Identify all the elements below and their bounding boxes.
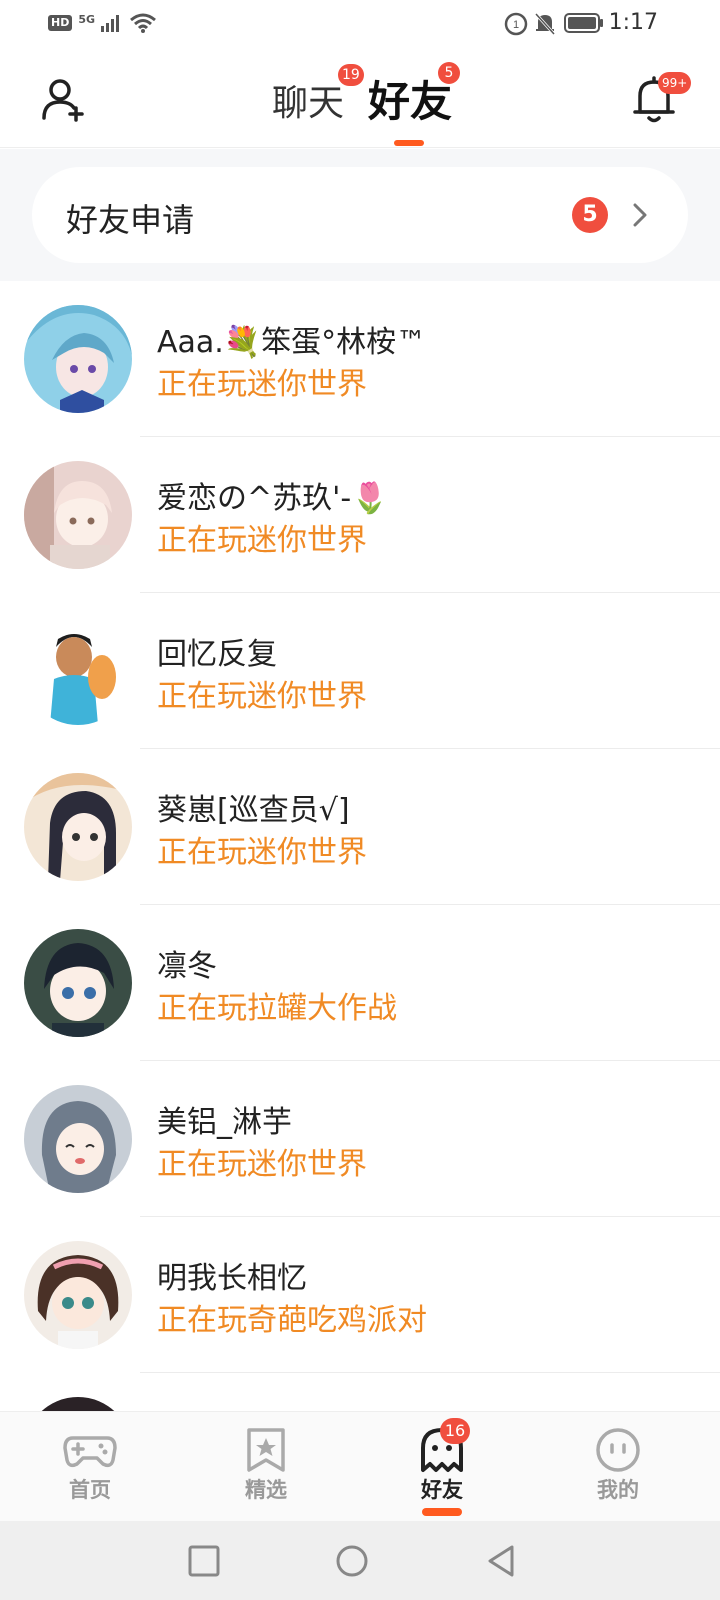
friend-list-item[interactable]: Aaa.💐笨蛋°林桉™ 正在玩迷你世界 [0,281,720,437]
recent-apps-icon[interactable] [186,1543,222,1579]
avatar [24,617,132,725]
friend-name: 葵崽[巡查员√] [157,793,350,828]
friend-status: 正在玩迷你世界 [157,1147,367,1182]
friend-request-label: 好友申请 [66,201,195,239]
friend-list-item[interactable]: 葵崽[巡查员√] 正在玩迷你世界 [0,749,720,905]
chevron-right-icon [633,203,647,227]
nav-friends-label: 好友 [421,1478,463,1502]
friend-status: 正在玩迷你世界 [157,679,367,714]
friend-request-section: 好友申请 5 [0,149,720,281]
system-navigation-bar [0,1521,720,1600]
nav-active-indicator [422,1508,462,1516]
mute-bell-icon [534,12,556,36]
nav-me-label: 我的 [597,1478,639,1502]
friend-status: 正在玩奇葩吃鸡派对 [157,1303,427,1338]
nav-me[interactable]: 我的 [558,1422,678,1518]
active-tab-indicator [394,140,424,146]
avatar [24,1241,132,1349]
face-icon [596,1428,640,1472]
friend-name: 爱恋の^苏玖'-🌷 [157,481,389,516]
friend-status: 正在玩拉罐大作战 [157,991,397,1026]
avatar [24,1085,132,1193]
nav-featured[interactable]: 精选 [206,1422,326,1518]
back-icon[interactable] [484,1543,520,1579]
avatar [24,1397,132,1411]
avatar [24,773,132,881]
status-bar: HD 5G 1 1:17 [0,0,720,48]
friend-list: Aaa.💐笨蛋°林桉™ 正在玩迷你世界 爱恋の^苏玖'-🌷 正在玩迷你世界 回忆… [0,281,720,1411]
friend-list-item[interactable]: 凛冬 正在玩拉罐大作战 [0,905,720,1061]
top-tabs: 聊天 19 好友 5 [0,48,720,148]
friend-list-item[interactable]: 明我长相忆 正在玩奇葩吃鸡派对 [0,1217,720,1373]
status-left: HD 5G [48,12,157,34]
friend-status: 正在玩迷你世界 [157,523,367,558]
notification-badge: 99+ [658,72,692,94]
chat-badge: 19 [338,64,364,86]
friend-name: 凛冬 [157,949,217,984]
signal-icon [101,15,120,32]
friend-name: 明我长相忆 [157,1261,307,1296]
friend-list-item[interactable]: 爱恋の^苏玖'-🌷 正在玩迷你世界 [0,437,720,593]
friends-tab-badge: 5 [438,62,460,84]
network-label: 5G [78,12,96,26]
nav-friends-badge: 16 [440,1418,470,1444]
friend-status: 正在玩迷你世界 [157,835,367,870]
clock: 1:17 [608,10,658,35]
tab-chat[interactable]: 聊天 [272,74,344,126]
wifi-icon [130,13,156,33]
svg-text:1: 1 [513,19,519,31]
nav-home[interactable]: 首页 [30,1422,150,1518]
friend-list-item[interactable]: 美铝_淋芋 正在玩迷你世界 [0,1061,720,1217]
sync-icon: 1 [504,12,528,36]
battery-icon [564,13,603,33]
friend-name: 回忆反复 [157,637,277,672]
top-header: 聊天 19 好友 5 99+ [0,48,720,148]
star-bookmark-icon [247,1428,285,1472]
friend-request-button[interactable]: 好友申请 5 [32,167,688,263]
friend-name: Aaa.💐笨蛋°林桉™ [157,325,427,360]
avatar [24,305,132,413]
friend-list-item[interactable]: 回忆反复 正在玩迷你世界 [0,593,720,749]
bottom-navigation: 首页 精选 好友 16 我的 [0,1411,720,1521]
friend-list-item-partial[interactable] [0,1373,720,1411]
nav-home-label: 首页 [69,1478,111,1502]
home-icon[interactable] [334,1543,370,1579]
nav-featured-label: 精选 [245,1478,287,1502]
avatar [24,929,132,1037]
friend-status: 正在玩迷你世界 [157,367,367,402]
friend-request-count-badge: 5 [572,197,608,233]
nav-friends[interactable]: 好友 16 [382,1418,502,1518]
friend-name: 美铝_淋芋 [157,1105,292,1140]
hd-indicator: HD [48,15,73,31]
avatar [24,461,132,569]
gamepad-icon [63,1436,117,1468]
